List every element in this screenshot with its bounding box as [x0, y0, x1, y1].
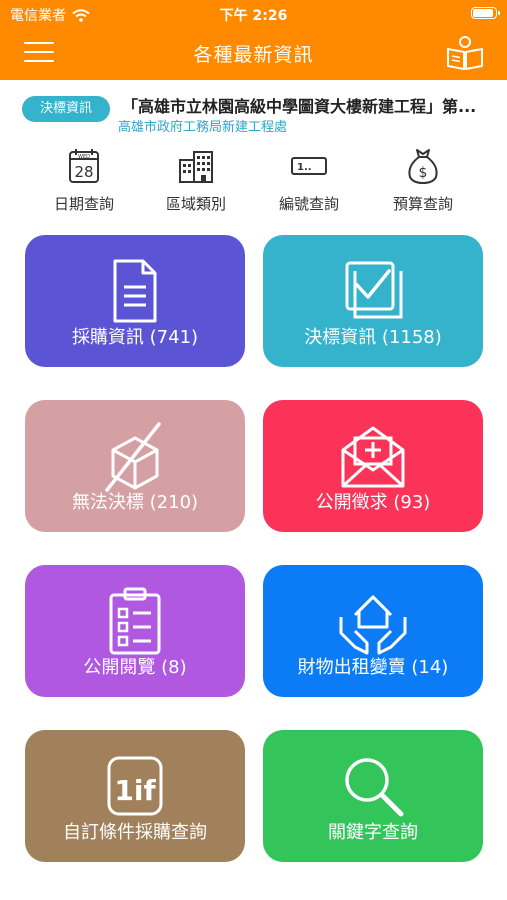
- battery-icon: [471, 7, 500, 19]
- tile-label: 公開徵求 (93): [315, 492, 431, 513]
- tile-custom-condition-search[interactable]: 1if 自訂條件採購查詢: [25, 730, 245, 862]
- top-bar: 電信業者 下午 2:26 各種最新資訊: [0, 0, 507, 80]
- news-ticker[interactable]: 決標資訊 「高雄市立林園高級中學圖資大樓新建工程」第... 高雄市政府工務局新建…: [0, 86, 507, 140]
- quick-link-region[interactable]: 區域類別: [141, 146, 251, 220]
- calendar-icon: WED 28: [69, 149, 99, 183]
- quick-link-date[interactable]: WED 28 日期查詢: [29, 146, 139, 220]
- tile-public-solicitation[interactable]: 公開徵求 (93): [263, 400, 483, 532]
- quick-link-label: 預算查詢: [392, 195, 453, 213]
- quick-link-label: 編號查詢: [278, 195, 339, 213]
- one-if-icon: 1if: [107, 756, 163, 816]
- checkbox-icon: [345, 261, 403, 319]
- page-title: 各種最新資訊: [193, 44, 314, 66]
- envelope-icon: [341, 426, 405, 488]
- quick-link-label: 區域類別: [165, 195, 226, 213]
- quick-links: WED 28 日期查詢 區域類別 1.. 編號查詢 $ 預算查詢: [0, 146, 507, 220]
- reading-book-icon[interactable]: [445, 35, 485, 71]
- document-icon: [113, 259, 157, 323]
- buildings-icon: [179, 151, 213, 183]
- tile-no-award[interactable]: 無法決標 (210): [25, 400, 245, 532]
- house-hands-icon: [339, 595, 407, 655]
- serial-number-icon: 1..: [291, 157, 327, 175]
- serial-number-text: 1..: [297, 162, 312, 173]
- tile-keyword-search[interactable]: 關鍵字查詢: [263, 730, 483, 862]
- quick-link-label: 日期查詢: [53, 195, 114, 213]
- status-time: 下午 2:26: [219, 8, 288, 24]
- tile-label: 財物出租變賣 (14): [297, 657, 449, 678]
- tile-label: 無法決標 (210): [71, 492, 199, 513]
- tile-public-viewing[interactable]: 公開閱覽 (8): [25, 565, 245, 697]
- news-title[interactable]: 「高雄市立林園高級中學圖資大樓新建工程」第...: [122, 93, 497, 117]
- status-bar: 電信業者 下午 2:26: [0, 0, 507, 28]
- calendar-day-number: 28: [74, 163, 93, 181]
- tile-label: 決標資訊 (1158): [304, 327, 442, 348]
- news-organization: 高雄市政府工務局新建工程處: [118, 120, 288, 135]
- quick-link-serial[interactable]: 1.. 編號查詢: [254, 146, 364, 220]
- magnifier-icon: [345, 758, 404, 817]
- news-badge: 決標資訊: [22, 96, 110, 122]
- tile-property-lease-sale[interactable]: 財物出租變賣 (14): [263, 565, 483, 697]
- calendar-day-label: WED: [78, 154, 90, 160]
- tile-label: 自訂條件採購查詢: [63, 822, 207, 843]
- tile-award-info[interactable]: 決標資訊 (1158): [263, 235, 483, 367]
- quick-link-budget[interactable]: $ 預算查詢: [368, 146, 478, 220]
- tile-label: 關鍵字查詢: [328, 822, 418, 843]
- nav-bar: 各種最新資訊: [0, 28, 507, 80]
- tile-procurement-info[interactable]: 採購資訊 (741): [25, 235, 245, 367]
- tile-label: 採購資訊 (741): [71, 327, 199, 348]
- money-symbol: $: [419, 165, 428, 181]
- one-if-text: 1if: [114, 774, 156, 807]
- money-bag-icon: $: [408, 149, 438, 185]
- tile-label: 公開閱覽 (8): [83, 657, 187, 678]
- crossed-box-icon: [105, 422, 161, 492]
- clipboard-icon: [109, 587, 161, 655]
- battery-level: [473, 9, 493, 17]
